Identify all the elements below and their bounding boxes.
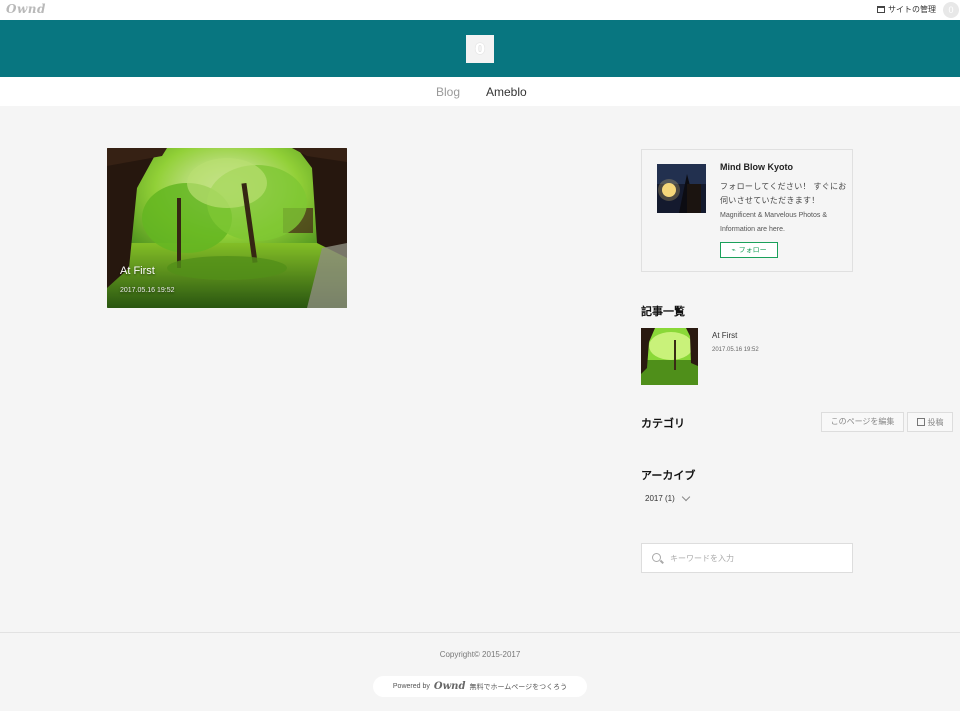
search-input[interactable] bbox=[670, 550, 845, 566]
edit-icon bbox=[916, 418, 925, 426]
post-card-date: 2017.05.16 19:52 bbox=[120, 287, 175, 294]
archive-item-label: 2017 (1) bbox=[645, 494, 675, 503]
powered-by-badge[interactable]: Powered by Ownd 無料でホームページをつくろう bbox=[373, 676, 587, 697]
powered-tagline: 無料でホームページをつくろう bbox=[469, 683, 568, 691]
article-date: 2017.05.16 19:52 bbox=[712, 347, 759, 353]
profile-image[interactable] bbox=[657, 164, 706, 213]
nav-item-ameblo[interactable]: Ameblo bbox=[486, 85, 527, 99]
main-nav: Blog Ameblo bbox=[0, 77, 960, 106]
post-card[interactable]: At First 2017.05.16 19:52 bbox=[107, 148, 347, 308]
follow-label: フォロー bbox=[738, 247, 767, 254]
site-icon[interactable]: 0 bbox=[466, 35, 494, 63]
post-card-image bbox=[107, 148, 347, 308]
nav-item-blog[interactable]: Blog bbox=[436, 85, 460, 99]
post-label: 投稿 bbox=[927, 417, 944, 427]
chevron-down-icon bbox=[681, 492, 691, 502]
footer-divider bbox=[0, 632, 960, 633]
article-title: At First bbox=[712, 331, 738, 340]
archive-item[interactable]: 2017 (1) bbox=[645, 492, 691, 503]
articles-heading: 記事一覧 bbox=[641, 306, 685, 318]
copyright: Copyright© 2015-2017 bbox=[439, 650, 521, 659]
search-box bbox=[641, 543, 853, 573]
ownd-logo[interactable]: Ownd bbox=[6, 2, 46, 16]
post-button[interactable]: 投稿 bbox=[907, 412, 953, 432]
follow-button[interactable]: ⌁ フォロー bbox=[720, 242, 778, 258]
powered-logo: Ownd bbox=[433, 681, 466, 692]
search-icon bbox=[652, 553, 661, 562]
list-item[interactable]: At First 2017.05.16 19:52 bbox=[641, 328, 853, 385]
rss-icon: ⌁ bbox=[731, 247, 736, 254]
site-manage-label: サイトの管理 bbox=[888, 5, 936, 14]
site-manage-link[interactable]: サイトの管理 bbox=[877, 4, 936, 15]
category-heading: カテゴリ bbox=[641, 418, 685, 430]
archive-heading: アーカイブ bbox=[641, 470, 696, 482]
user-avatar[interactable]: 0 bbox=[943, 2, 959, 18]
profile-name[interactable]: Mind Blow Kyoto bbox=[720, 162, 793, 172]
site-header: 0 bbox=[0, 20, 960, 77]
profile-description-en: Magnificent & Marvelous Photos & Informa… bbox=[720, 212, 827, 233]
profile-description-jp: フォローしてください！ すぐにお伺いさせていただきます！ bbox=[720, 182, 847, 205]
admin-bar: Ownd サイトの管理 0 bbox=[0, 0, 960, 20]
powered-by-label: Powered by bbox=[392, 683, 430, 690]
article-thumbnail bbox=[641, 328, 698, 385]
profile-box: Mind Blow Kyoto フォローしてください！ すぐにお伺いさせていただ… bbox=[641, 149, 853, 272]
post-card-title: At First bbox=[120, 265, 155, 277]
window-icon bbox=[877, 6, 885, 13]
edit-page-button[interactable]: このページを編集 bbox=[821, 412, 904, 432]
